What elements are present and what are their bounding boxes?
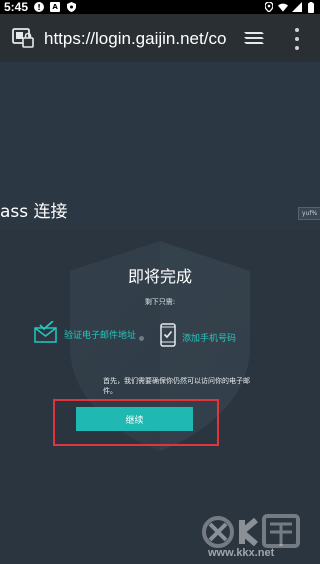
status-time: 5:45 [4,0,29,14]
status-bar: 5:45 ! A [0,0,320,14]
a-icon: A [50,2,61,12]
tabs-icon[interactable] [242,29,266,47]
signal-icon [292,2,302,12]
browser-url-bar: https://login.gaijin.net/co [0,14,320,62]
wifi-icon [278,2,288,12]
step-phone-label: 添加手机号码 [182,333,237,344]
page-title: ass 连接 [0,202,68,222]
notice-text: 首先，我们需要确保你仍然可以访问你的电子邮件。 [103,377,250,395]
continue-button[interactable]: 继续 [76,407,193,431]
location-icon [264,2,274,12]
dialog-heading: 即将完成 [127,267,192,286]
step-divider-dot [139,336,144,341]
step-email-label: 验证电子邮件地址 [64,330,137,341]
shield-small-icon [66,2,76,12]
step-verify-email: 验证电子邮件地址 [34,320,137,347]
phone-check-icon [160,323,176,351]
alert-icon: ! [34,2,45,12]
email-check-icon [34,320,58,347]
dialog-subtext: 剩下只需: [144,298,176,306]
overflow-menu-icon[interactable] [292,28,302,50]
step-add-phone: 添加手机号码 [160,323,236,351]
url-text[interactable]: https://login.gaijin.net/co [44,29,230,49]
battery-icon [306,1,316,13]
site-info-icon[interactable] [12,28,34,48]
watermark-url: www.kkx.net [208,547,275,559]
language-selector[interactable]: yuf% [298,207,320,220]
